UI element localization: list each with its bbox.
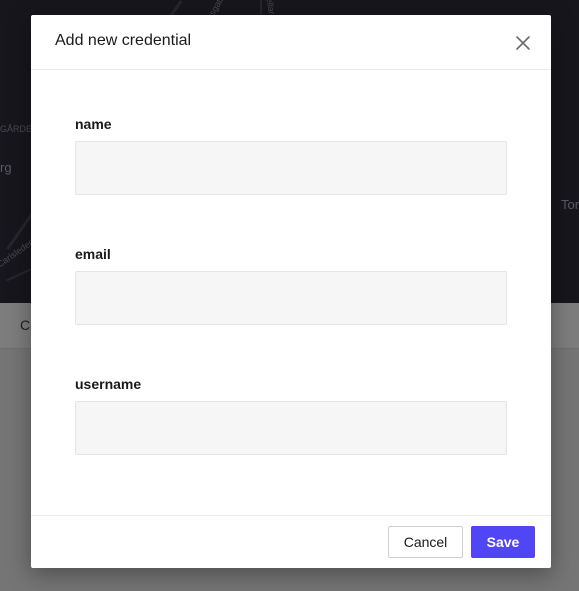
add-credential-modal: Add new credential name email username C…	[31, 15, 551, 568]
map-label: GÅRDE	[0, 124, 33, 134]
username-field-group: username	[75, 376, 507, 455]
modal-footer: Cancel Save	[31, 515, 551, 568]
username-label: username	[75, 376, 142, 392]
name-input[interactable]	[75, 141, 507, 195]
email-label: email	[75, 246, 111, 262]
cancel-button[interactable]: Cancel	[388, 526, 463, 558]
modal-body: name email username	[31, 70, 551, 455]
email-input[interactable]	[75, 271, 507, 325]
map-label: rg	[0, 160, 12, 175]
map-label: Tor	[561, 197, 579, 212]
background-toolbar-text: C	[20, 317, 31, 333]
username-input[interactable]	[75, 401, 507, 455]
save-button[interactable]: Save	[471, 526, 535, 558]
name-field-group: name	[75, 116, 507, 195]
modal-header: Add new credential	[31, 15, 551, 70]
modal-title: Add new credential	[55, 32, 192, 49]
email-field-group: email	[75, 246, 507, 325]
name-label: name	[75, 116, 112, 132]
close-button[interactable]	[513, 33, 533, 53]
close-icon	[516, 36, 530, 50]
